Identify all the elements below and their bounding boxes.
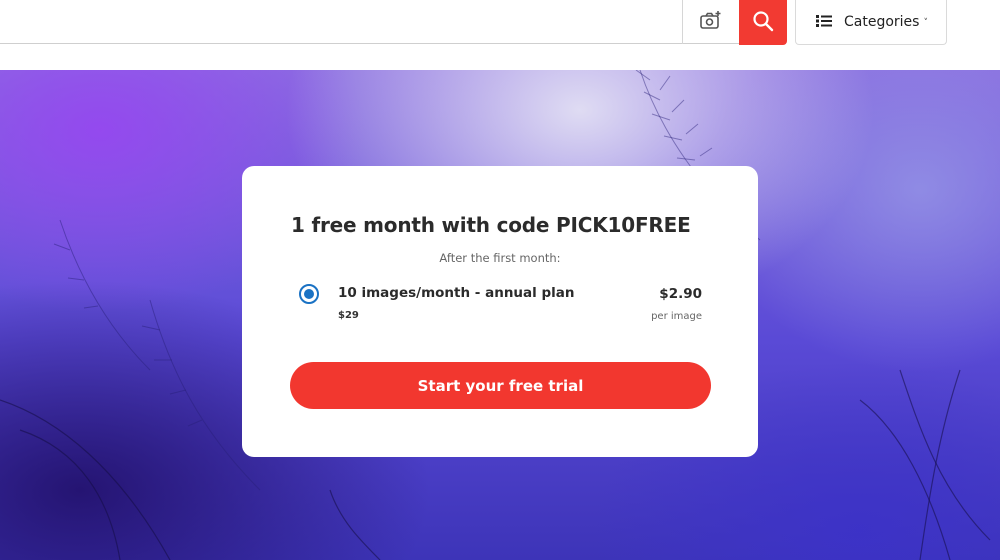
search-bar	[0, 0, 786, 44]
plan-radio-selected-dot	[304, 289, 314, 299]
camera-plus-icon	[699, 10, 722, 34]
categories-label: Categories	[844, 14, 920, 30]
search-input[interactable]	[9, 6, 673, 38]
visual-search-button[interactable]	[682, 0, 738, 44]
categories-button[interactable]: Categories ˅	[795, 0, 947, 45]
hero-background: 1 free month with code PICK10FREE After …	[0, 70, 1000, 560]
offer-card: 1 free month with code PICK10FREE After …	[242, 166, 758, 457]
offer-title: 1 free month with code PICK10FREE	[291, 213, 691, 237]
top-bar: Categories ˅	[0, 0, 1000, 70]
plan-total-price: $29	[338, 310, 359, 321]
offer-subtitle: After the first month:	[439, 251, 561, 265]
start-free-trial-button[interactable]: Start your free trial	[290, 362, 711, 409]
search-button[interactable]	[739, 0, 787, 45]
plan-price-unit: per image	[651, 311, 702, 322]
plan-name: 10 images/month - annual plan	[338, 285, 575, 301]
list-icon	[816, 13, 832, 32]
plan-price-per-image: $2.90	[659, 286, 702, 302]
plan-radio[interactable]	[299, 284, 319, 304]
search-icon	[752, 10, 774, 36]
chevron-down-icon: ˅	[923, 18, 928, 28]
